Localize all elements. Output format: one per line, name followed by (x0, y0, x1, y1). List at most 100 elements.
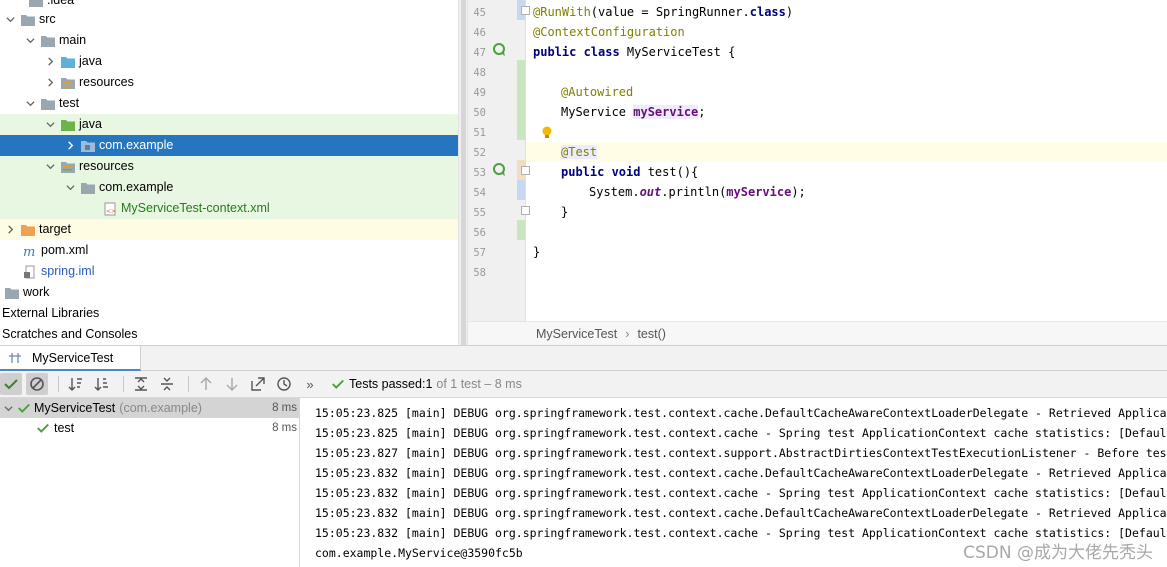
chevron-right-icon[interactable] (44, 77, 56, 89)
chevron-right-icon[interactable] (44, 56, 56, 68)
fold-icon[interactable] (521, 6, 530, 15)
code-annotation: @Test (561, 145, 598, 159)
change-marker (517, 220, 525, 240)
project-tree: .idea src main java resources test java (0, 0, 458, 345)
fold-icon[interactable] (521, 166, 530, 175)
show-ignored-button[interactable] (26, 373, 48, 395)
arrow-down-icon (226, 378, 238, 392)
test-case-row[interactable]: test 8 ms (0, 418, 299, 438)
resources-folder-icon (60, 76, 76, 90)
expand-all-icon (135, 377, 147, 391)
maven-icon: m (22, 244, 38, 258)
chevron-down-icon[interactable] (64, 182, 76, 194)
chevron-down-icon[interactable] (24, 98, 36, 110)
breadcrumb-class[interactable]: MyServiceTest (536, 327, 617, 341)
run-test-class-icon[interactable] (492, 42, 508, 58)
tree-item-external-libraries[interactable]: External Libraries (0, 303, 458, 324)
passed-icon (18, 403, 30, 413)
collapse-all-button[interactable] (156, 373, 178, 395)
test-status: Tests passed: 1 of 1 test – 8 ms (331, 377, 522, 391)
test-resources-folder-icon (60, 160, 76, 174)
more-actions-button[interactable]: » (299, 373, 321, 395)
line-number: 52 (473, 147, 486, 159)
chevron-down-icon[interactable] (4, 14, 16, 26)
arrow-up-icon (200, 376, 212, 390)
editor-gutter: 45 46 47 48 49 50 51 52 53 54 55 56 57 58 (468, 0, 530, 321)
line-number: 49 (473, 87, 486, 99)
console-line: 15:05:23.825 [main] DEBUG org.springfram… (315, 426, 1167, 440)
next-failed-button[interactable] (221, 373, 243, 395)
svg-text:<>: <> (106, 208, 116, 215)
chevron-down-icon[interactable] (44, 161, 56, 173)
sort-by-duration-button[interactable] (91, 373, 113, 395)
chevron-right-icon[interactable] (4, 224, 16, 236)
tree-item-test-package[interactable]: com.example (0, 135, 458, 156)
code-editor[interactable]: 45 46 47 48 49 50 51 52 53 54 55 56 57 58 @RunWith(va… (468, 0, 1167, 321)
passed-icon (37, 423, 49, 433)
export-icon (251, 377, 265, 391)
run-tab-bar: MyServiceTest (0, 345, 1167, 371)
run-tab[interactable]: MyServiceTest (0, 346, 141, 371)
tree-item-main-resources[interactable]: resources (0, 72, 458, 93)
lightbulb-icon[interactable] (541, 125, 553, 141)
checkmark-icon (332, 379, 344, 389)
tree-item-test-java[interactable]: java (0, 114, 458, 135)
tree-item-work[interactable]: work (0, 282, 458, 303)
sort-alpha-icon (68, 378, 82, 391)
fold-icon[interactable] (521, 206, 530, 215)
tree-item-test[interactable]: test (0, 93, 458, 114)
test-history-button[interactable] (273, 373, 295, 395)
tree-item-test-resources[interactable]: resources (0, 156, 458, 177)
console-line: 15:05:23.832 [main] DEBUG org.springfram… (315, 486, 1167, 500)
tree-item-test-resources-package[interactable]: com.example (0, 177, 458, 198)
module-file-icon (22, 265, 38, 279)
line-number: 45 (473, 7, 486, 19)
console-line: 15:05:23.832 [main] DEBUG org.springfram… (315, 466, 1167, 480)
breadcrumb-separator: › (625, 326, 630, 341)
collapse-all-icon (161, 377, 173, 391)
expand-all-button[interactable] (130, 373, 152, 395)
test-suite-row[interactable]: MyServiceTest (com.example) 8 ms (0, 398, 299, 418)
console-line: 15:05:23.832 [main] DEBUG org.springfram… (315, 506, 1167, 520)
code-annotation: @RunWith (533, 5, 591, 19)
line-number: 54 (473, 187, 486, 199)
test-run-icon (9, 352, 21, 363)
svg-text:m: m (23, 245, 35, 258)
line-number: 48 (473, 67, 486, 79)
tree-item-target[interactable]: target (0, 219, 458, 240)
xml-file-icon: <> (102, 202, 118, 216)
line-number: 55 (473, 207, 486, 219)
run-test-method-icon[interactable] (492, 162, 508, 178)
scrollbar-thumb[interactable] (461, 0, 466, 345)
console-line: com.example.MyService@3590fc5b (315, 546, 523, 560)
sort-alphabetically-button[interactable] (65, 373, 87, 395)
chevron-right-icon[interactable] (64, 140, 76, 152)
chevron-down-icon[interactable] (2, 402, 14, 414)
chevron-down-icon[interactable] (44, 119, 56, 131)
sort-duration-icon (94, 378, 108, 391)
code-annotation: @ContextConfiguration (533, 25, 685, 39)
chevron-down-icon[interactable] (24, 35, 36, 47)
tree-item-scratches[interactable]: Scratches and Consoles (0, 324, 458, 345)
folder-icon (4, 286, 20, 300)
breadcrumb-method[interactable]: test() (637, 327, 665, 341)
package-icon (80, 139, 96, 153)
line-number: 47 (473, 47, 486, 59)
tree-item-iml[interactable]: spring.iml (0, 261, 458, 282)
watermark: CSDN @成为大佬先秃头 (963, 543, 1153, 563)
test-results-tree: MyServiceTest (com.example) 8 ms test 8 … (0, 398, 300, 567)
tree-item-main[interactable]: main (0, 30, 458, 51)
line-number: 57 (473, 247, 486, 259)
tree-item-pom[interactable]: m pom.xml (0, 240, 458, 261)
history-icon (277, 377, 291, 391)
tree-item-context-xml[interactable]: <> MyServiceTest-context.xml (0, 198, 458, 219)
tree-item-src[interactable]: src (0, 9, 458, 30)
console-line: 15:05:23.825 [main] DEBUG org.springfram… (315, 406, 1167, 420)
tree-item-main-java[interactable]: java (0, 51, 458, 72)
previous-failed-button[interactable] (195, 373, 217, 395)
line-number: 58 (473, 267, 486, 279)
export-results-button[interactable] (247, 373, 269, 395)
show-passed-button[interactable] (0, 373, 22, 395)
source-folder-icon (60, 55, 76, 69)
tree-scrollbar[interactable] (458, 0, 468, 345)
